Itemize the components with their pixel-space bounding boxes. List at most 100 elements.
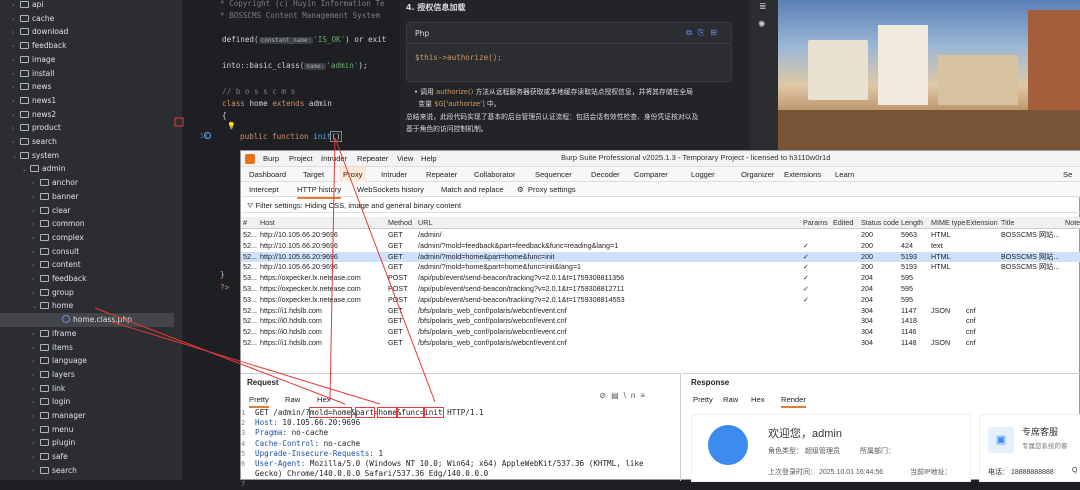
- tab-extensions[interactable]: Extensions: [784, 167, 821, 182]
- tree-item[interactable]: › news1: [12, 94, 56, 108]
- tab-target[interactable]: Target: [303, 167, 324, 182]
- request-tab[interactable]: Pretty: [249, 394, 269, 408]
- subtab-item[interactable]: Match and replace: [441, 182, 503, 197]
- table-row[interactable]: 52... http://10.105.66.20:9696 GET/admin/?…: [241, 241, 1080, 252]
- tab-repeater[interactable]: Repeater: [426, 167, 457, 182]
- proxy-settings-tab[interactable]: ⚙ Proxy settings: [517, 182, 576, 197]
- chevron-right-icon[interactable]: ›: [32, 177, 40, 191]
- request-tools-icon[interactable]: ⊘▤\n≡: [599, 391, 650, 400]
- chevron-right-icon[interactable]: ›: [32, 410, 40, 424]
- chevron-right-icon[interactable]: ›: [12, 13, 20, 27]
- tree-item[interactable]: › api: [12, 0, 43, 12]
- chevron-right-icon[interactable]: ›: [32, 273, 40, 287]
- request-line[interactable]: GET /admin/?mold=home&part=home&func=ini…: [255, 407, 484, 418]
- column-header[interactable]: Params: [803, 217, 828, 228]
- tab-proxy[interactable]: Proxy: [339, 167, 367, 182]
- chevron-right-icon[interactable]: ›: [32, 465, 40, 479]
- tree-item[interactable]: › news: [12, 80, 51, 94]
- response-tab[interactable]: Hex: [751, 394, 765, 406]
- tab-dashboard[interactable]: Dashboard: [249, 167, 286, 182]
- menu-item[interactable]: View: [397, 151, 413, 167]
- chevron-right-icon[interactable]: ›: [32, 218, 40, 232]
- tab-organizer[interactable]: Organizer: [741, 167, 774, 182]
- subtab-item[interactable]: HTTP history: [297, 182, 342, 199]
- tree-item[interactable]: ⌄ home: [32, 299, 73, 313]
- subtab-item[interactable]: WebSockets history: [357, 182, 424, 197]
- tree-item[interactable]: › clear: [32, 204, 71, 218]
- tree-item[interactable]: › language: [32, 354, 87, 368]
- request-header[interactable]: User-Agent: Mozilla/5.0 (Windows NT 10.0…: [255, 459, 644, 469]
- request-header[interactable]: Host: 10.105.66.20:9696: [255, 418, 360, 428]
- column-header[interactable]: Extension: [966, 217, 998, 228]
- tree-item[interactable]: › install: [12, 67, 54, 81]
- chevron-right-icon[interactable]: ›: [12, 122, 20, 136]
- filter-bar[interactable]: ⛛ Filter settings: Hiding CSS, image and…: [241, 199, 1080, 213]
- chevron-right-icon[interactable]: ›: [32, 191, 40, 205]
- table-row[interactable]: 53... https://oxpecker.lx.netease.com POST…: [241, 284, 1080, 295]
- chevron-right-icon[interactable]: ›: [32, 383, 40, 397]
- table-row[interactable]: 52... http://10.105.66.20:9696 GET/admin/?…: [241, 262, 1080, 273]
- tab-intruder[interactable]: Intruder: [381, 167, 407, 182]
- tree-item[interactable]: › banner: [32, 190, 79, 204]
- table-row[interactable]: 52... https://i0.hdslb.com GET/bfs/polaris…: [241, 316, 1080, 327]
- tab-comparer[interactable]: Comparer: [634, 167, 668, 182]
- tree-item[interactable]: › image: [12, 53, 55, 67]
- tree-item[interactable]: › search: [32, 464, 77, 478]
- chevron-right-icon[interactable]: ›: [12, 81, 20, 95]
- table-row[interactable]: 52... https://i1.hdslb.com GET/bfs/polaris…: [241, 306, 1080, 317]
- ai-icon[interactable]: ✺: [758, 20, 766, 30]
- bulb-icon[interactable]: 💡: [227, 122, 236, 130]
- column-header[interactable]: Title: [1001, 217, 1014, 228]
- column-header[interactable]: Length: [901, 217, 923, 228]
- tree-item[interactable]: › feedback: [32, 272, 86, 286]
- tree-item[interactable]: › layers: [32, 368, 75, 382]
- tree-item[interactable]: › manager: [32, 409, 86, 423]
- override-icon[interactable]: [204, 132, 211, 139]
- tab-learn[interactable]: Learn: [835, 167, 854, 182]
- tree-item[interactable]: › feedback: [12, 39, 66, 53]
- chevron-right-icon[interactable]: ›: [32, 259, 40, 273]
- chevron-right-icon[interactable]: ›: [32, 232, 40, 246]
- tree-item[interactable]: › content: [32, 258, 81, 272]
- response-tab[interactable]: Render: [781, 394, 806, 408]
- tree-item[interactable]: › product: [12, 121, 61, 135]
- chevron-right-icon[interactable]: ›: [32, 246, 40, 260]
- tree-item[interactable]: › items: [32, 341, 73, 355]
- tree-item[interactable]: › cache: [12, 12, 54, 26]
- column-header[interactable]: #: [243, 217, 247, 228]
- chevron-right-icon[interactable]: ›: [32, 451, 40, 465]
- tree-item[interactable]: › anchor: [32, 176, 78, 190]
- request-tab[interactable]: Hex: [317, 394, 331, 406]
- tab-collaborator[interactable]: Collaborator: [474, 167, 515, 182]
- request-header[interactable]: Cache-Control: no-cache: [255, 439, 360, 449]
- tab-sequencer[interactable]: Sequencer: [535, 167, 572, 182]
- chevron-right-icon[interactable]: ›: [12, 26, 20, 40]
- table-row[interactable]: 52... http://10.105.66.20:9696 GET/admin/2…: [241, 230, 1080, 241]
- column-header[interactable]: URL: [418, 217, 432, 228]
- response-tab[interactable]: Raw: [723, 394, 738, 406]
- tree-item[interactable]: › link: [32, 382, 65, 396]
- request-tab[interactable]: Raw: [285, 394, 300, 406]
- column-header[interactable]: Edited: [833, 217, 853, 228]
- tree-item[interactable]: › iframe: [32, 327, 76, 341]
- tree-item[interactable]: › menu: [32, 423, 73, 437]
- chevron-right-icon[interactable]: ›: [12, 40, 20, 54]
- tree-item[interactable]: › plugin: [32, 436, 75, 450]
- response-tab[interactable]: Pretty: [693, 394, 713, 406]
- tree-item[interactable]: › download: [12, 25, 68, 39]
- chevron-right-icon[interactable]: ›: [32, 342, 40, 356]
- table-row[interactable]: 52... https://i0.hdslb.com GET/bfs/polaris…: [241, 327, 1080, 338]
- tree-item[interactable]: › group: [32, 286, 74, 300]
- tree-item[interactable]: › consult: [32, 245, 79, 259]
- tree-item[interactable]: › common: [32, 217, 85, 231]
- tree-item[interactable]: ⌄ system: [12, 149, 59, 163]
- column-header[interactable]: Method: [388, 217, 412, 228]
- chevron-down-icon[interactable]: ⌄: [22, 163, 30, 177]
- tree-item[interactable]: › complex: [32, 231, 84, 245]
- tree-item[interactable]: › search: [12, 135, 57, 149]
- chevron-right-icon[interactable]: ›: [32, 396, 40, 410]
- chevron-right-icon[interactable]: ›: [32, 328, 40, 342]
- chevron-right-icon[interactable]: ›: [12, 54, 20, 68]
- column-header[interactable]: Status code: [861, 217, 899, 228]
- code-actions-icon[interactable]: ⧉⎘⊞: [686, 28, 723, 38]
